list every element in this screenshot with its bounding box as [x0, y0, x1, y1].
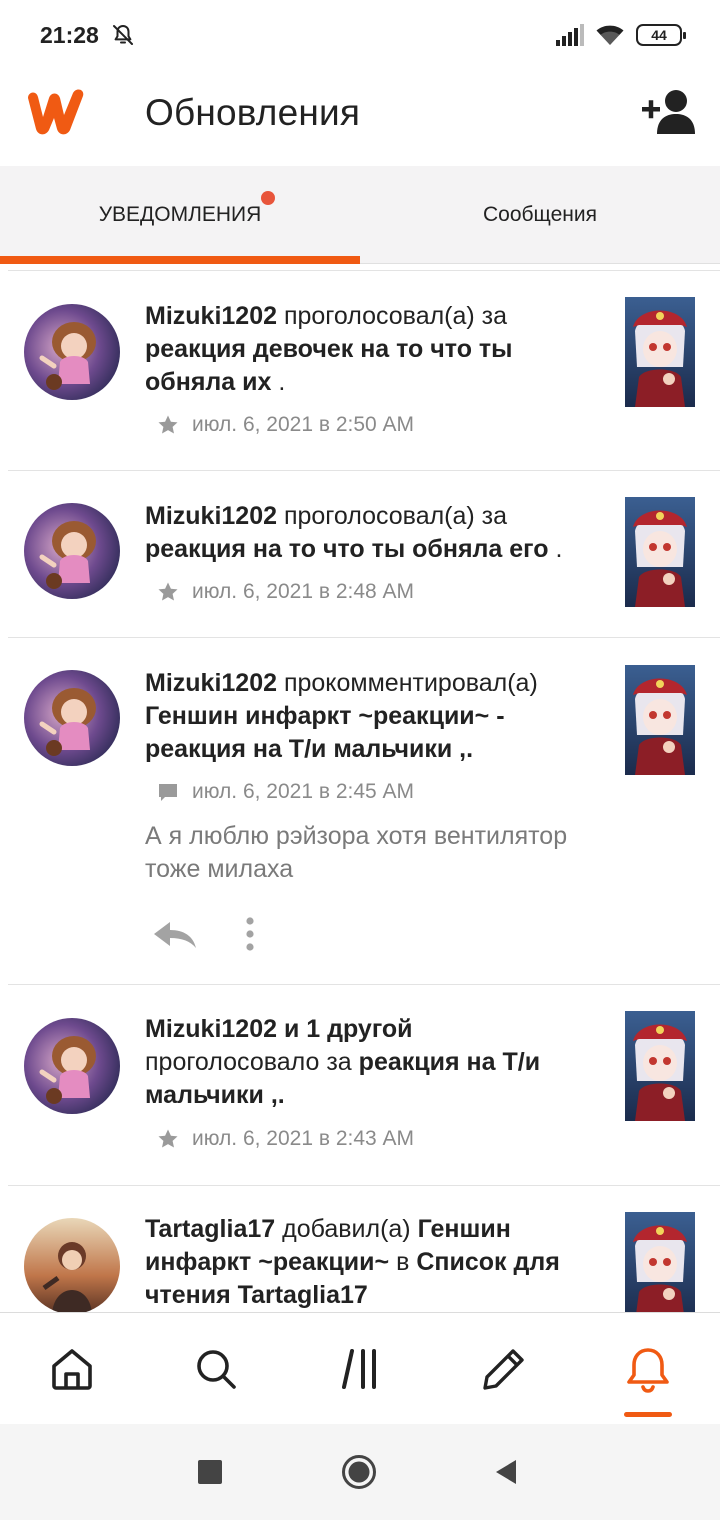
- more-options-icon[interactable]: [238, 914, 262, 954]
- notification-text: Mizuki1202 прокомментировал(а) Геншин ин…: [145, 669, 538, 763]
- story-cover[interactable]: [625, 497, 695, 607]
- notification-meta: июл. 6, 2021 в 2:45 AM: [156, 780, 414, 804]
- story-link[interactable]: Геншин инфаркт ~реакции~ - реакция на Т/…: [145, 702, 505, 763]
- active-tab-indicator: [0, 256, 360, 264]
- tab-bar: УВЕДОМЛЕНИЯ Сообщения: [0, 166, 720, 264]
- nav-notifications[interactable]: [576, 1313, 720, 1425]
- library-icon: [342, 1349, 376, 1389]
- user-avatar[interactable]: [24, 503, 120, 599]
- muted-bell-icon: [112, 25, 133, 45]
- star-icon: [158, 415, 178, 434]
- notifications-bell-icon: [627, 1348, 669, 1393]
- timestamp: июл. 6, 2021 в 2:48 AM: [192, 580, 415, 603]
- user-avatar[interactable]: [24, 670, 120, 766]
- notification-item[interactable]: Mizuki1202 проголосовал(а) за реакция на…: [0, 471, 720, 638]
- notification-text: Mizuki1202 проголосовал(а) за реакция де…: [145, 302, 513, 396]
- tab-messages-label: Сообщения: [483, 202, 597, 226]
- user-link[interactable]: Mizuki1202: [145, 302, 277, 330]
- app-header: Обновления: [0, 70, 720, 166]
- story-cover[interactable]: [625, 1011, 695, 1121]
- timestamp: июл. 6, 2021 в 2:50 AM: [192, 413, 415, 436]
- notification-meta: июл. 6, 2021 в 2:50 AM: [156, 413, 414, 437]
- notification-item[interactable]: Tartaglia17 добавил(а) Геншин инфаркт ~р…: [0, 1186, 720, 1312]
- status-bar: 21:28 44: [0, 0, 720, 70]
- star-icon: [158, 1129, 178, 1148]
- notification-text: Tartaglia17 добавил(а) Геншин инфаркт ~р…: [145, 1215, 560, 1309]
- home-icon: [52, 1349, 92, 1390]
- home-button-icon[interactable]: [341, 1454, 377, 1490]
- user-link[interactable]: Tartaglia17: [145, 1215, 275, 1243]
- search-icon: [197, 1350, 236, 1389]
- notification-text: Mizuki1202 и 1 другой проголосовало за р…: [145, 1015, 541, 1109]
- comment-text: А я люблю рэйзора хотя вентилятор тоже м…: [145, 822, 568, 883]
- user-avatar[interactable]: [24, 1218, 120, 1312]
- notification-item[interactable]: Mizuki1202 проголосовал(а) за реакция де…: [0, 270, 720, 471]
- notification-text: Mizuki1202 проголосовал(а) за реакция на…: [145, 502, 563, 563]
- notification-feed[interactable]: Mizuki1202 проголосовал(а) за реакция де…: [0, 270, 720, 1312]
- tab-notifications-label: УВЕДОМЛЕНИЯ: [98, 202, 262, 226]
- nav-search[interactable]: [144, 1313, 288, 1425]
- notification-meta: июл. 6, 2021 в 2:48 AM: [156, 580, 414, 604]
- battery-indicator: 44: [636, 24, 686, 46]
- nav-home[interactable]: [0, 1313, 144, 1425]
- nav-library[interactable]: [288, 1313, 432, 1425]
- back-icon[interactable]: [494, 1459, 518, 1485]
- story-link[interactable]: реакция на то что ты обняла его: [145, 535, 549, 563]
- comment-icon: [159, 784, 177, 801]
- wifi-icon: [596, 25, 624, 45]
- wattpad-logo-icon[interactable]: [22, 84, 90, 140]
- user-link[interactable]: Mizuki1202: [145, 502, 277, 530]
- timestamp: июл. 6, 2021 в 2:43 AM: [192, 1127, 415, 1150]
- story-cover[interactable]: [625, 665, 695, 775]
- user-avatar[interactable]: [24, 1018, 120, 1114]
- recent-apps-icon[interactable]: [198, 1460, 222, 1484]
- tab-notifications[interactable]: УВЕДОМЛЕНИЯ: [0, 166, 360, 264]
- user-avatar[interactable]: [24, 304, 120, 400]
- story-cover[interactable]: [625, 297, 695, 407]
- bottom-navigation: [0, 1312, 720, 1424]
- page-title: Обновления: [145, 92, 361, 133]
- unread-badge: [261, 190, 276, 205]
- timestamp: июл. 6, 2021 в 2:45 AM: [192, 780, 415, 803]
- battery-level: 44: [651, 27, 667, 43]
- reply-icon[interactable]: [150, 914, 198, 954]
- user-link[interactable]: Mizuki1202 и 1 другой: [145, 1015, 413, 1043]
- story-link[interactable]: реакция девочек на то что ты обняла их: [145, 335, 513, 396]
- active-nav-indicator: [624, 1412, 672, 1417]
- star-icon: [158, 582, 178, 601]
- tab-messages[interactable]: Сообщения: [360, 166, 720, 263]
- status-time: 21:28: [40, 21, 99, 48]
- story-cover[interactable]: [625, 1212, 695, 1312]
- add-friend-icon[interactable]: [640, 88, 696, 136]
- system-navigation-bar: [0, 1424, 720, 1520]
- user-link[interactable]: Mizuki1202: [145, 669, 277, 697]
- notification-meta: июл. 6, 2021 в 2:43 AM: [156, 1127, 414, 1151]
- notification-item[interactable]: Mizuki1202 прокомментировал(а) Геншин ин…: [0, 638, 720, 985]
- notification-item[interactable]: Mizuki1202 и 1 другой проголосовало за р…: [0, 985, 720, 1186]
- nav-write[interactable]: [432, 1313, 576, 1425]
- write-icon: [483, 1349, 524, 1390]
- cellular-signal-icon: [556, 24, 584, 46]
